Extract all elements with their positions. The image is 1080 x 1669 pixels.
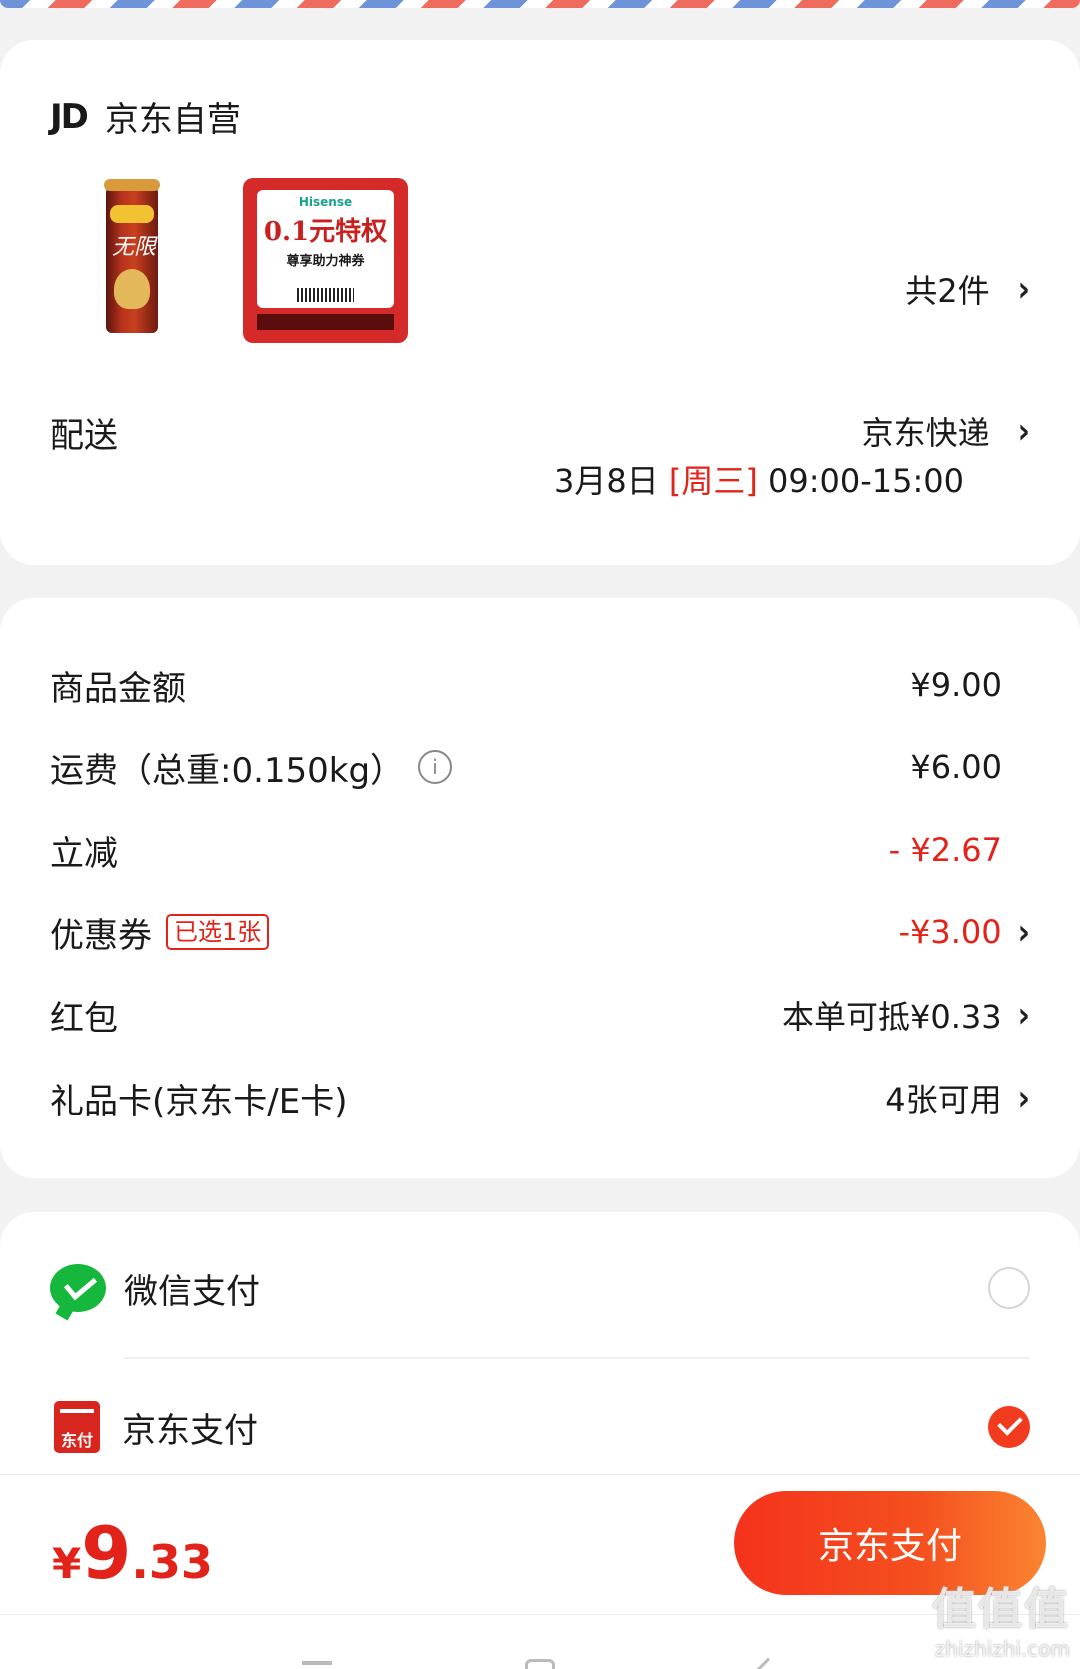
- delivery-date: 3月8日: [553, 462, 659, 500]
- summary-label: 优惠券: [50, 915, 152, 956]
- payment-option-wechat[interactable]: 微信支付: [50, 1253, 1030, 1323]
- product-thumbnail-chips[interactable]: 无限: [104, 179, 160, 333]
- summary-label: 商品金额: [50, 668, 186, 709]
- promo-subline: 尊享助力神券: [286, 254, 365, 269]
- item-count-label: 共2件: [905, 272, 990, 310]
- summary-row-red-packet[interactable]: 红包 本单可抵¥0.33 ›: [50, 985, 1030, 1045]
- product-thumbnail-coupon[interactable]: Hisense 0.1元特权 尊享助力神券: [243, 178, 408, 343]
- summary-value: -¥3.00: [898, 913, 1002, 951]
- coupon-selected-badge: 已选1张: [166, 914, 270, 950]
- total-amount: ¥ 9 .33: [52, 1511, 213, 1595]
- menu-icon[interactable]: [302, 1661, 332, 1665]
- wechat-icon: [50, 1264, 106, 1312]
- system-nav-bar: [0, 1614, 1080, 1669]
- info-icon[interactable]: i: [418, 750, 453, 784]
- airmail-border: [0, 0, 1080, 8]
- promo-headline: 0.1元特权: [263, 217, 388, 247]
- order-items-card: JD 京东自营 无限 Hisense 0.1元特权 尊享助力神券 共2件 › 配…: [0, 40, 1080, 565]
- payment-label: 京东支付: [122, 1410, 258, 1451]
- chevron-right-icon: ›: [1017, 1077, 1030, 1119]
- delivery-weekday: [周三]: [668, 462, 758, 500]
- summary-value: ¥6.00: [910, 748, 1002, 786]
- summary-value: 本单可抵¥0.33: [782, 998, 1002, 1036]
- summary-label: 运费（总重:0.150kg）: [50, 750, 405, 791]
- shop-header: JD 京东自营: [50, 92, 241, 141]
- delivery-method: 京东快递: [861, 414, 990, 452]
- back-icon[interactable]: [756, 1657, 780, 1669]
- chevron-right-icon: ›: [1017, 911, 1030, 953]
- jd-logo-icon: JD: [50, 96, 89, 137]
- radio-unchecked[interactable]: [988, 1267, 1030, 1309]
- summary-row-instant-discount: 立减 - ¥2.67: [50, 820, 1030, 880]
- summary-value: ¥9.00: [910, 666, 1002, 704]
- barcode-icon: [297, 288, 354, 302]
- delivery-label: 配送: [50, 416, 118, 456]
- chevron-right-icon: ›: [1017, 268, 1030, 310]
- summary-row-goods-amount: 商品金额 ¥9.00: [50, 655, 1030, 715]
- summary-label: 礼品卡(京东卡/E卡): [50, 1081, 348, 1122]
- payment-label: 微信支付: [124, 1271, 260, 1312]
- summary-row-coupon[interactable]: 优惠券 已选1张 -¥3.00 ›: [50, 902, 1030, 962]
- delivery-time-window: 09:00-15:00: [768, 462, 964, 500]
- chevron-right-icon: ›: [1017, 994, 1030, 1036]
- summary-label: 红包: [50, 998, 118, 1039]
- delivery-time[interactable]: 3月8日 [周三] 09:00-15:00: [554, 456, 964, 502]
- promo-brand: Hisense: [298, 195, 353, 209]
- summary-row-gift-card[interactable]: 礼品卡(京东卡/E卡) 4张可用 ›: [50, 1068, 1030, 1128]
- summary-label: 立减: [50, 833, 118, 874]
- delivery-method-selector[interactable]: 京东快递 ›: [862, 408, 1030, 454]
- jd-pay-icon: 东付: [54, 1401, 100, 1453]
- summary-value: 4张可用: [885, 1081, 1002, 1119]
- checkout-bar: ¥ 9 .33 京东支付: [0, 1474, 1080, 1614]
- chevron-right-icon: ›: [1017, 410, 1030, 452]
- item-count-link[interactable]: 共2件 ›: [905, 266, 1030, 312]
- summary-value: - ¥2.67: [888, 831, 1002, 869]
- payment-option-jdpay[interactable]: 东付 京东支付: [50, 1392, 1030, 1462]
- watermark: 值值值 zhizhizhi.com: [932, 1584, 1070, 1661]
- divider: [124, 1357, 1030, 1359]
- shop-name: 京东自营: [104, 100, 241, 140]
- summary-row-shipping: 运费（总重:0.150kg） i ¥6.00: [50, 737, 1030, 797]
- radio-checked[interactable]: [988, 1406, 1030, 1448]
- home-icon[interactable]: [525, 1659, 555, 1669]
- snack-label: 无限: [112, 235, 157, 260]
